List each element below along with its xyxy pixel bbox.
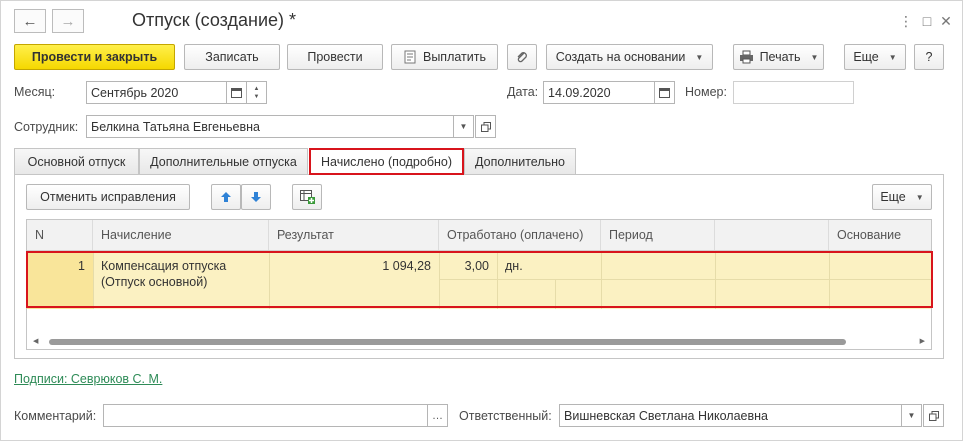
scroll-right-icon[interactable]: ▶ (920, 337, 925, 345)
kebab-menu-icon[interactable]: ⋮ (898, 12, 914, 30)
arrow-right-icon: → (60, 12, 76, 30)
arrow-down-icon (251, 192, 261, 202)
forward-button[interactable]: → (52, 9, 84, 33)
chevron-down-icon: ▼ (695, 52, 704, 62)
tab-main-vacation[interactable]: Основной отпуск (14, 148, 139, 174)
date-calendar-button[interactable] (654, 81, 675, 104)
create-based-on-button[interactable]: Создать на основании ▼ (546, 44, 713, 70)
chevron-down-icon: ▼ (810, 52, 819, 62)
more-button[interactable]: Еще ▼ (844, 44, 906, 70)
date-label: Дата: (507, 85, 539, 99)
month-label: Месяц: (14, 85, 56, 99)
employee-open-button[interactable] (475, 115, 496, 138)
column-header-n[interactable]: N (27, 220, 93, 250)
scrollbar-thumb[interactable] (49, 339, 846, 345)
open-window-icon (480, 121, 491, 132)
cancel-corrections-button[interactable]: Отменить исправления (26, 184, 190, 210)
ellipsis-icon: … (432, 409, 443, 422)
chevron-down-icon: ▼ (907, 411, 916, 420)
responsible-open-button[interactable] (923, 404, 944, 427)
month-stepper[interactable]: ▲ ▼ (246, 81, 267, 104)
print-button[interactable]: Печать ▼ (733, 44, 824, 70)
post-button[interactable]: Провести (287, 44, 383, 70)
attach-button[interactable] (507, 44, 537, 70)
horizontal-scrollbar[interactable]: ◀ ▶ (27, 335, 931, 349)
chevron-down-icon: ▼ (459, 122, 468, 131)
column-header-accrual[interactable]: Начисление (93, 220, 269, 250)
chevron-down-icon: ▼ (915, 192, 924, 202)
more-button-label: Еще (853, 50, 879, 64)
document-window: ← → Отпуск (создание) * ⋮ □ ✕ Провести и… (0, 0, 963, 441)
date-field[interactable]: 14.09.2020 (543, 81, 655, 104)
arrow-up-icon (221, 192, 231, 202)
employee-label: Сотрудник: (14, 120, 79, 134)
scroll-left-icon[interactable]: ◀ (33, 337, 38, 345)
tab-additional[interactable]: Дополнительно (464, 148, 576, 174)
pay-button-label: Выплатить (422, 50, 486, 64)
panel-more-label: Еще (880, 190, 906, 204)
tab-additional-vacations[interactable]: Дополнительные отпуска (139, 148, 308, 174)
column-header-result[interactable]: Результат (269, 220, 439, 250)
employee-field[interactable]: Белкина Татьяна Евгеньевна (86, 115, 454, 138)
signatures-link[interactable]: Подписи: Севрюков С. М. (14, 372, 162, 386)
responsible-label: Ответственный: (459, 409, 552, 423)
arrow-left-icon: ← (22, 12, 38, 30)
move-up-button[interactable] (211, 184, 241, 210)
help-button[interactable]: ? (914, 44, 944, 70)
column-header-period[interactable]: Период (601, 220, 715, 250)
create-based-on-label: Создать на основании (555, 50, 686, 64)
printer-icon (739, 50, 753, 64)
paperclip-icon (517, 52, 527, 63)
column-header-blank[interactable] (715, 220, 829, 250)
chevron-down-icon: ▼ (888, 52, 897, 62)
close-icon[interactable]: ✕ (938, 12, 954, 30)
responsible-field[interactable]: Вишневская Светлана Николаевна (559, 404, 902, 427)
pay-button[interactable]: Выплатить (391, 44, 498, 70)
comment-edit-button[interactable]: … (427, 404, 448, 427)
maximize-icon[interactable]: □ (919, 12, 935, 30)
add-row-button[interactable] (292, 184, 322, 210)
open-window-icon (928, 410, 939, 421)
save-button[interactable]: Записать (184, 44, 280, 70)
column-header-worked[interactable]: Отработано (оплачено) (439, 220, 601, 250)
month-field[interactable]: Сентябрь 2020 (86, 81, 227, 104)
step-up-icon[interactable]: ▲ (254, 85, 260, 93)
tab-accrued-detailed[interactable]: Начислено (подробно) (309, 148, 464, 175)
move-down-button[interactable] (241, 184, 271, 210)
column-header-basis[interactable]: Основание (829, 220, 931, 250)
comment-field[interactable] (103, 404, 428, 427)
employee-dropdown-button[interactable]: ▼ (453, 115, 474, 138)
calendar-icon (659, 88, 670, 98)
window-title: Отпуск (создание) * (132, 10, 297, 30)
number-field[interactable] (733, 81, 854, 104)
step-down-icon[interactable]: ▼ (254, 93, 260, 101)
pay-document-icon (404, 50, 416, 64)
comment-label: Комментарий: (14, 409, 97, 423)
back-button[interactable]: ← (14, 9, 46, 33)
calendar-button[interactable] (226, 81, 247, 104)
calendar-icon (231, 88, 242, 98)
number-label: Номер: (685, 85, 727, 99)
table-add-icon (299, 190, 315, 204)
post-and-close-button[interactable]: Провести и закрыть (14, 44, 175, 70)
highlight-frame (26, 251, 933, 308)
responsible-dropdown-button[interactable]: ▼ (901, 404, 922, 427)
print-button-label: Печать (759, 50, 801, 64)
panel-more-button[interactable]: Еще ▼ (872, 184, 932, 210)
